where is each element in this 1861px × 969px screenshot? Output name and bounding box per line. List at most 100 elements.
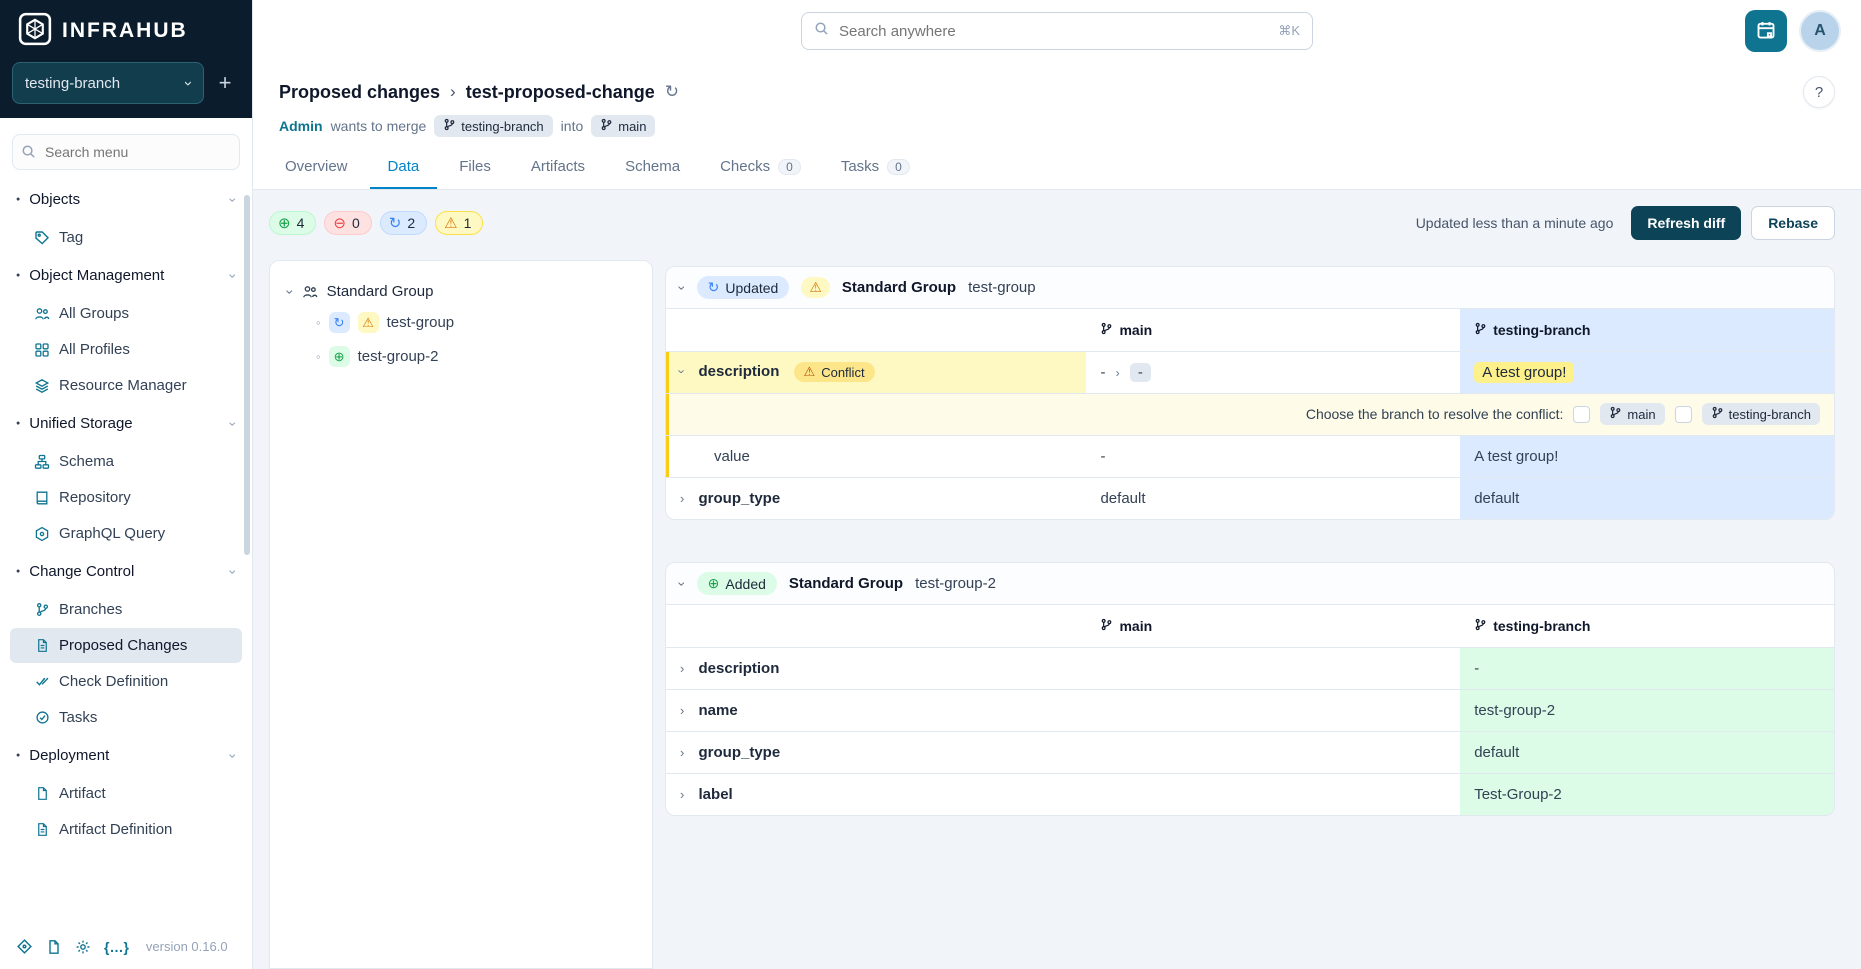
breadcrumb-current: test-proposed-change (466, 82, 655, 103)
chevron-down-icon: › (226, 753, 242, 758)
diff-card-header[interactable]: › ⊕ Added Standard Group test-group-2 (666, 563, 1834, 605)
chevron-right-icon[interactable]: › (680, 703, 684, 718)
plus-circle-icon: ⊕ (278, 216, 291, 231)
sidebar-item-graphql-query[interactable]: GraphQL Query (10, 516, 242, 551)
sidebar-item-label: Check Definition (59, 673, 168, 690)
menu-section-object-management[interactable]: ● Object Management › (10, 256, 242, 295)
tree-node-test-group[interactable]: ◦ ↻ ⚠ test-group (316, 312, 634, 333)
sidebar-item-schema[interactable]: Schema (10, 444, 242, 479)
branch-column-header: testing-branch (1474, 618, 1590, 634)
main-area: ⌘K A Proposed changes › test-proposed-ch… (253, 0, 1861, 969)
sidebar-item-repository[interactable]: Repository (10, 480, 242, 515)
chevron-right-icon: › (1116, 366, 1120, 380)
branch-selector[interactable]: testing-branch › (12, 62, 204, 104)
object-name: test-group-2 (915, 575, 996, 592)
menu-search-input[interactable] (12, 134, 240, 170)
menu-section-change-control[interactable]: ● Change Control › (10, 552, 242, 591)
global-search-input[interactable] (837, 22, 1270, 41)
refresh-diff-button[interactable]: Refresh diff (1631, 206, 1741, 240)
braces-icon[interactable]: {…} (104, 939, 129, 955)
sidebar-item-tag[interactable]: Tag (10, 220, 242, 255)
removed-count: 0 (352, 215, 360, 231)
sidebar-item-artifact[interactable]: Artifact (10, 776, 242, 811)
tree-node-standard-group[interactable]: › Standard Group (288, 283, 634, 300)
breadcrumb-parent[interactable]: Proposed changes (279, 82, 440, 103)
target-branch-name: main (618, 119, 646, 134)
last-updated-text: Updated less than a minute ago (1416, 215, 1614, 231)
main-new-value: - (1130, 363, 1151, 382)
add-branch-button[interactable]: + (210, 62, 240, 104)
sidebar-item-all-groups[interactable]: All Groups (10, 296, 242, 331)
conflict-badge: ⚠ Conflict (794, 362, 875, 382)
tab-label: Tasks (841, 158, 879, 175)
chevron-right-icon[interactable]: › (680, 787, 684, 802)
tab-artifacts[interactable]: Artifacts (513, 147, 603, 189)
menu-section-unified-storage[interactable]: ● Unified Storage › (10, 404, 242, 443)
chevron-right-icon[interactable]: › (680, 745, 684, 760)
column-header-label: testing-branch (1493, 618, 1590, 634)
groups-icon (34, 306, 50, 322)
rebase-button[interactable]: Rebase (1751, 206, 1835, 240)
diff-card-header[interactable]: › ↻ Updated ⚠ Standard Group test-group (666, 267, 1834, 309)
resolve-branch-checkbox[interactable] (1675, 406, 1692, 423)
chevron-down-icon[interactable]: › (675, 369, 690, 373)
global-search[interactable]: ⌘K (801, 12, 1313, 50)
file-icon[interactable] (46, 939, 62, 955)
conflict-count-chip: ⚠ 1 (435, 211, 483, 235)
chevron-right-icon[interactable]: › (680, 661, 684, 676)
tab-files[interactable]: Files (441, 147, 509, 189)
updated-count: 2 (407, 215, 415, 231)
resolve-main-checkbox[interactable] (1573, 406, 1590, 423)
status-label: Added (725, 576, 765, 592)
menu-section-objects[interactable]: ● Objects › (10, 180, 242, 219)
tab-tasks[interactable]: Tasks 0 (823, 147, 928, 189)
tab-checks[interactable]: Checks 0 (702, 147, 819, 189)
sidebar-item-artifact-definition[interactable]: Artifact Definition (10, 812, 242, 847)
docs-icon[interactable] (16, 938, 33, 955)
topbar: ⌘K A (253, 0, 1861, 62)
chevron-down-icon: › (226, 421, 242, 426)
schedule-button[interactable] (1745, 10, 1787, 52)
diff-toolbar: ⊕ 4 ⊖ 0 ↻ 2 ⚠ 1 Updated less than a minu… (253, 190, 1861, 254)
breadcrumb: Proposed changes › test-proposed-change … (279, 76, 1835, 108)
tab-data[interactable]: Data (370, 147, 438, 189)
menu-section-deployment[interactable]: ● Deployment › (10, 736, 242, 775)
branch-value: - (1474, 660, 1479, 677)
branch-value: A test group! (1474, 362, 1574, 383)
conflict-resolver-row: Choose the branch to resolve the conflic… (666, 393, 1834, 435)
sidebar-item-label: GraphQL Query (59, 525, 165, 542)
diff-row-label: › label Test-Group-2 (666, 773, 1834, 815)
sidebar-item-check-definition[interactable]: Check Definition (10, 664, 242, 699)
chevron-down-icon: › (226, 197, 242, 202)
sidebar-item-branches[interactable]: Branches (10, 592, 242, 627)
help-button[interactable]: ? (1803, 76, 1835, 108)
sidebar-item-proposed-changes[interactable]: Proposed Changes (10, 628, 242, 663)
logo[interactable]: INFRAHUB (0, 0, 252, 62)
chevron-right-icon: › (450, 82, 456, 102)
sidebar-item-label: Tasks (59, 709, 97, 726)
menu-section-label: Object Management (29, 267, 164, 284)
chevron-right-icon[interactable]: › (680, 491, 684, 506)
tab-schema[interactable]: Schema (607, 147, 698, 189)
avatar[interactable]: A (1799, 10, 1841, 52)
tree-children: ◦ ↻ ⚠ test-group ◦ ⊕ test-group-2 (316, 312, 634, 367)
tree-node-test-group-2[interactable]: ◦ ⊕ test-group-2 (316, 346, 634, 367)
sidebar-scrollbar[interactable] (244, 195, 250, 555)
bullet-icon: ● (16, 752, 20, 759)
gear-icon[interactable] (75, 939, 91, 955)
sidebar-item-tasks[interactable]: Tasks (10, 700, 242, 735)
object-type-label: Standard Group (842, 279, 956, 296)
refresh-icon[interactable]: ↻ (665, 82, 679, 102)
sidebar-item-all-profiles[interactable]: All Profiles (10, 332, 242, 367)
tab-overview[interactable]: Overview (267, 147, 366, 189)
sidebar: INFRAHUB testing-branch › + ● Objects › (0, 0, 253, 969)
property-name: value (714, 448, 750, 465)
branch-value: test-group-2 (1474, 702, 1555, 719)
sidebar-item-resource-manager[interactable]: Resource Manager (10, 368, 242, 403)
version-label: version 0.16.0 (146, 939, 228, 954)
testing-branch-badge[interactable]: testing-branch (1702, 403, 1820, 425)
branch-icon (443, 118, 456, 134)
status-badge-updated: ↻ Updated (697, 276, 790, 299)
main-branch-badge[interactable]: main (1600, 403, 1664, 425)
diff-row-name: › name test-group-2 (666, 689, 1834, 731)
